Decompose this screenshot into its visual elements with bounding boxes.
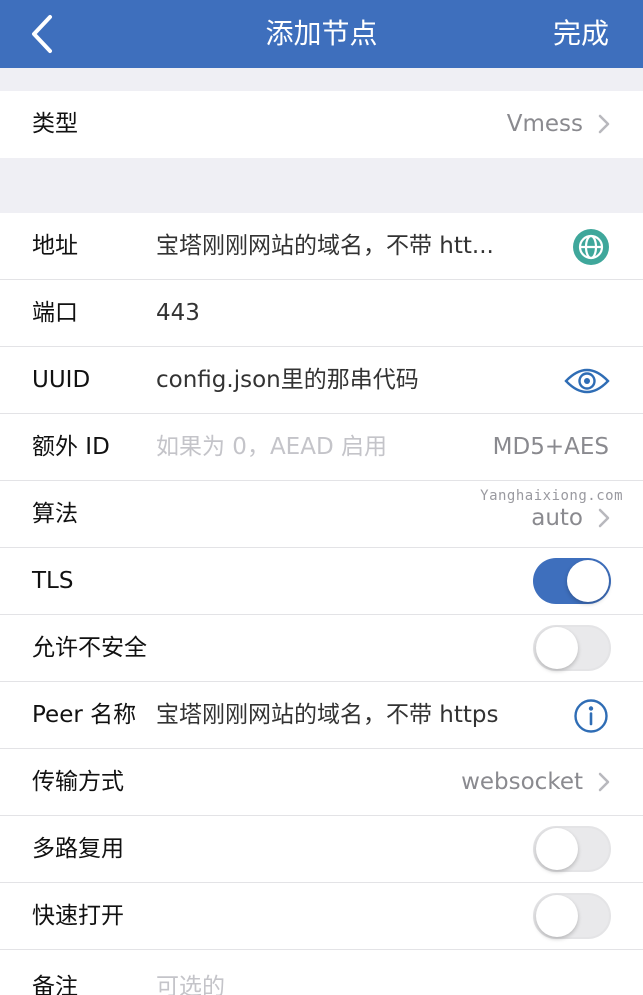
allow-insecure-toggle[interactable] [533, 625, 611, 671]
transport-row[interactable]: 传输方式 websocket [0, 749, 643, 816]
multiplex-row: 多路复用 [0, 816, 643, 883]
page-title: 添加节点 [265, 17, 378, 50]
uuid-input[interactable]: config.json里的那串代码 [156, 347, 419, 414]
port-row: 端口 443 [0, 280, 643, 347]
algorithm-label: 算法 [32, 501, 78, 527]
address-input[interactable]: 宝塔刚刚网站的域名，不带 htt... [156, 213, 494, 280]
extra-id-row: 额外 ID 如果为 0，AEAD 启用 MD5+AES [0, 414, 643, 481]
allow-insecure-row: 允许不安全 [0, 615, 643, 682]
toggle-knob [567, 560, 609, 602]
transport-label: 传输方式 [32, 769, 124, 795]
peer-name-label: Peer 名称 [32, 702, 137, 728]
settings-group: 地址 宝塔刚刚网站的域名，不带 htt... 端口 443 UUID confi… [0, 213, 643, 995]
watermark-text: Yanghaixiong.com [480, 488, 623, 504]
done-button[interactable]: 完成 [553, 0, 609, 68]
chevron-right-icon [598, 772, 610, 792]
globe-icon[interactable] [571, 227, 611, 267]
peer-name-row: Peer 名称 宝塔刚刚网站的域名，不带 https [0, 682, 643, 749]
remark-label: 备注 [32, 974, 78, 995]
tls-toggle[interactable] [533, 558, 611, 604]
type-row[interactable]: 类型 Vmess [0, 91, 643, 158]
tls-label: TLS [32, 568, 74, 594]
chevron-right-icon [598, 508, 610, 528]
type-group: 类型 Vmess [0, 91, 643, 158]
extra-id-input[interactable]: 如果为 0，AEAD 启用 [156, 414, 387, 481]
type-label: 类型 [32, 111, 78, 137]
uuid-row: UUID config.json里的那串代码 [0, 347, 643, 414]
multiplex-toggle[interactable] [533, 826, 611, 872]
allow-insecure-label: 允许不安全 [32, 635, 147, 661]
tls-row: TLS [0, 548, 643, 615]
type-value: Vmess [506, 111, 583, 137]
fast-open-toggle[interactable] [533, 893, 611, 939]
fast-open-row: 快速打开 [0, 883, 643, 950]
peer-name-input[interactable]: 宝塔刚刚网站的域名，不带 https [156, 682, 499, 749]
toggle-knob [536, 895, 578, 937]
port-label: 端口 [32, 300, 78, 326]
transport-value: websocket [461, 769, 583, 795]
extra-id-mode: MD5+AES [492, 434, 609, 460]
navigation-bar: 添加节点 完成 [0, 0, 643, 68]
extra-id-label: 额外 ID [32, 434, 110, 460]
toggle-knob [536, 627, 578, 669]
fast-open-label: 快速打开 [32, 903, 124, 929]
info-icon[interactable] [573, 698, 609, 734]
address-row: 地址 宝塔刚刚网站的域名，不带 htt... [0, 213, 643, 280]
address-label: 地址 [32, 233, 78, 259]
eye-icon[interactable] [563, 361, 611, 401]
uuid-label: UUID [32, 367, 91, 393]
remark-row: 备注 可选的 [0, 950, 643, 995]
toggle-knob [536, 828, 578, 870]
multiplex-label: 多路复用 [32, 836, 124, 862]
chevron-right-icon [598, 114, 610, 134]
remark-input[interactable]: 可选的 [156, 954, 225, 995]
port-input[interactable]: 443 [156, 280, 200, 347]
